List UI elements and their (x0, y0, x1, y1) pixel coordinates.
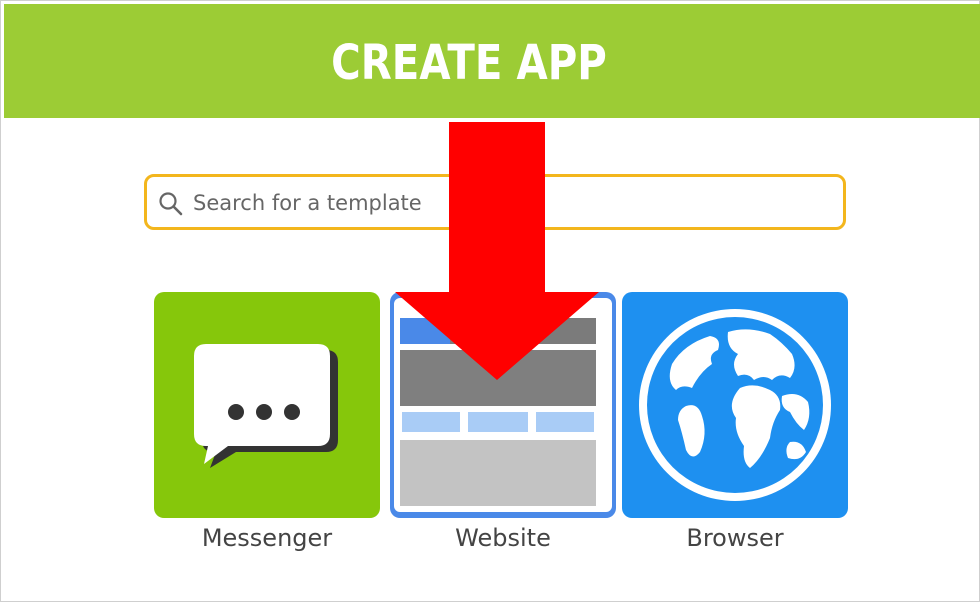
svg-text:x: x (590, 299, 598, 314)
template-search-box[interactable] (144, 174, 846, 230)
template-label-browser: Browser (686, 524, 784, 552)
chat-bubble-icon (194, 344, 338, 468)
search-input[interactable] (193, 183, 753, 223)
header-bar: CREATE APP (4, 4, 980, 118)
template-label-messenger: Messenger (201, 524, 333, 552)
webpage-layout-icon: x (394, 298, 612, 512)
template-label-website: Website (455, 524, 551, 552)
page-title: CREATE APP (331, 35, 607, 91)
globe-icon (639, 309, 831, 501)
template-website[interactable]: x (390, 292, 616, 518)
search-icon (159, 192, 183, 216)
template-messenger[interactable] (154, 292, 380, 518)
template-browser[interactable] (622, 292, 848, 518)
